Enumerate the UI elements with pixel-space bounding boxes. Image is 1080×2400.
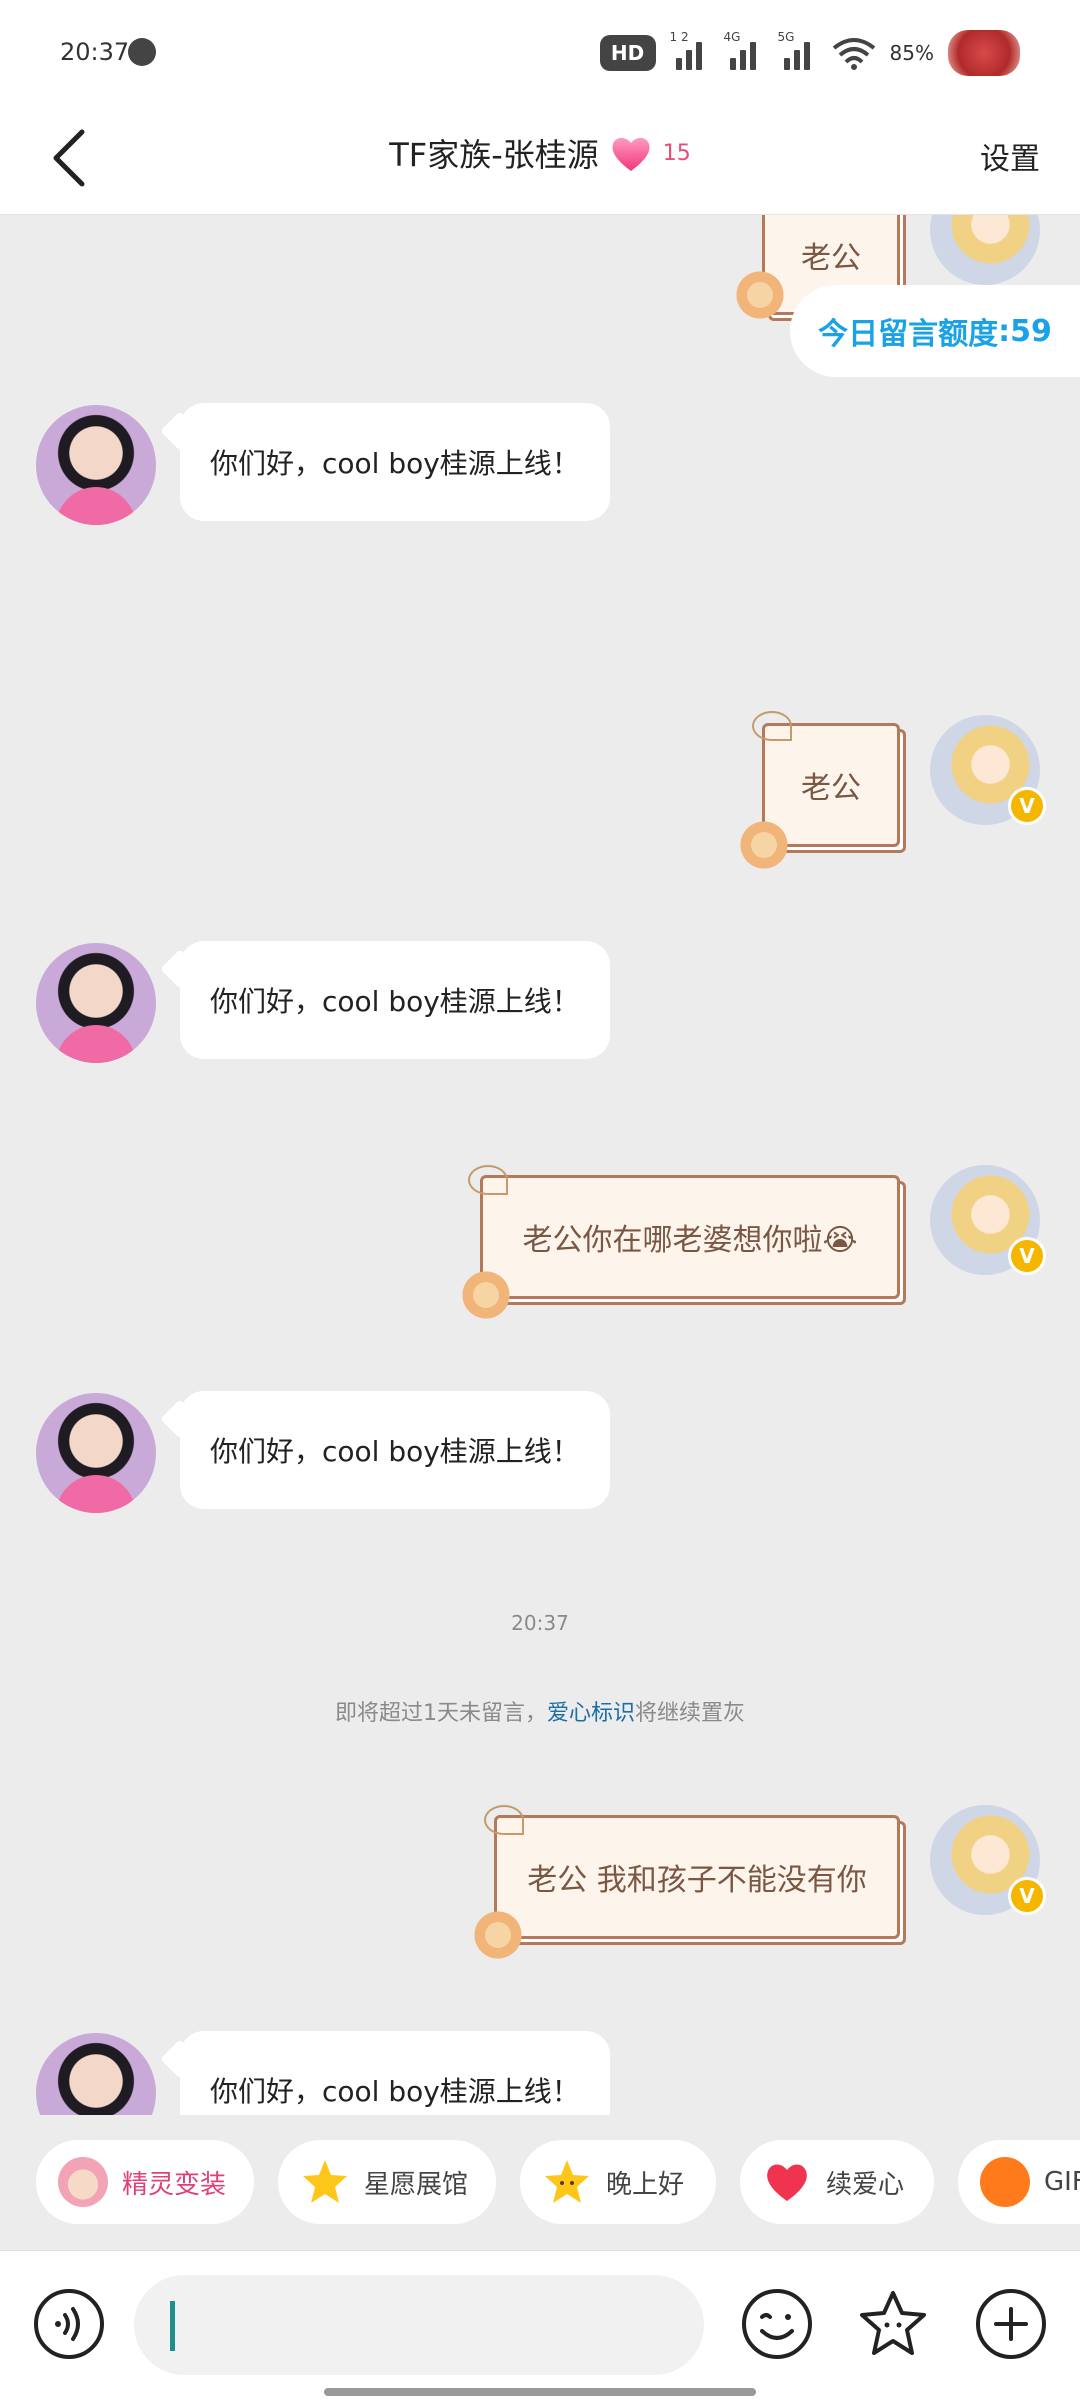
signal-4g-label: 4G — [723, 30, 741, 44]
chat-header: TF家族-张桂源 15 设置 — [0, 100, 1080, 215]
avatar[interactable]: V — [930, 1165, 1046, 1275]
flower-decoration — [468, 1905, 528, 1965]
chip-label: 精灵变装 — [122, 2169, 227, 2200]
battery-level: 85% — [889, 41, 934, 65]
message-text: 老公 我和孩子不能没有你 — [527, 1863, 867, 1898]
message-input[interactable] — [134, 2275, 704, 2375]
avatar[interactable] — [36, 2033, 156, 2115]
flower-decoration — [734, 815, 794, 875]
verified-badge-icon: V — [1008, 1877, 1046, 1915]
chat-title: TF家族-张桂源 15 — [0, 130, 1080, 176]
message-text: 老公 — [801, 241, 861, 276]
chip-label: 晚上好 — [606, 2169, 685, 2200]
chip-label: GIF — [1044, 2167, 1080, 2197]
signal-4g-icon: 4G — [724, 30, 764, 70]
avatar[interactable] — [36, 1393, 156, 1513]
signal-5g-label: 5G — [777, 30, 795, 44]
message-text: 老公你在哪老婆想你啦😭 — [522, 1223, 858, 1258]
settings-button[interactable]: 设置 — [980, 134, 1040, 178]
status-icons: HD 1 2 4G 5G 85% — [599, 30, 1020, 76]
corner-decoration — [752, 711, 792, 741]
corner-decoration — [484, 1805, 524, 1835]
corner-decoration — [468, 1165, 508, 1195]
chip-renew-heart[interactable]: 续爱心 — [740, 2140, 934, 2224]
message-text: 你们好，cool boy桂源上线！ — [210, 1435, 580, 1468]
text-caret — [170, 2301, 175, 2351]
message-bubble[interactable]: 你们好，cool boy桂源上线！ — [180, 2031, 610, 2115]
notice-prefix: 即将超过1天未留言， — [334, 1701, 547, 1726]
quick-reply-bar[interactable]: 精灵变装 星愿展馆 晚上好 续爱心 GIF — [0, 2120, 1080, 2250]
chat-messages[interactable]: 老公 今日留言额度 :59 你们好，cool boy桂源上线！ 老公 V 你们好… — [0, 215, 1080, 2115]
notice-suffix: 将继续置灰 — [635, 1701, 746, 1726]
avatar[interactable] — [36, 405, 156, 525]
signal-icon: 1 2 — [670, 30, 710, 70]
message-card[interactable]: 老公 我和孩子不能没有你 — [494, 1815, 900, 1939]
verified-badge-icon: V — [1008, 787, 1046, 825]
system-notice: 即将超过1天未留言，爱心标识将继续置灰 — [0, 1695, 1080, 1727]
signal-label: 1 2 — [669, 30, 689, 44]
plus-icon[interactable] — [974, 2287, 1048, 2361]
heart-icon — [612, 137, 650, 171]
verified-badge-icon: V — [1008, 1237, 1046, 1275]
message-bubble[interactable]: 你们好，cool boy桂源上线！ — [180, 403, 610, 521]
status-time: 20:37 — [60, 38, 130, 66]
chip-wish-gallery[interactable]: 星愿展馆 — [278, 2140, 496, 2224]
sprite-icon — [58, 2157, 108, 2207]
flower-decoration — [456, 1265, 516, 1325]
input-bar — [0, 2250, 1080, 2400]
chip-gif[interactable]: GIF — [958, 2140, 1080, 2224]
signal-5g-icon: 5G — [778, 30, 818, 70]
avatar[interactable] — [36, 943, 156, 1063]
star-face-icon — [545, 2160, 589, 2203]
chip-label: 续爱心 — [826, 2169, 905, 2200]
heart-icon — [767, 2164, 807, 2201]
sticker-star-icon[interactable] — [856, 2287, 930, 2361]
timestamp: 20:37 — [511, 1611, 569, 1635]
chip-label: 星愿展馆 — [364, 2169, 469, 2200]
quota-value: :59 — [998, 313, 1052, 349]
message-text: 你们好，cool boy桂源上线！ — [210, 447, 580, 480]
message-quota: 今日留言额度 :59 — [790, 285, 1080, 377]
heart-count: 15 — [662, 140, 691, 166]
message-text: 你们好，cool boy桂源上线！ — [210, 985, 580, 1018]
chat-title-text: TF家族-张桂源 — [389, 136, 599, 174]
chip-good-evening[interactable]: 晚上好 — [520, 2140, 716, 2224]
status-bar: 20:37 HD 1 2 4G 5G 85% — [0, 0, 1080, 100]
location-icon — [128, 38, 156, 66]
voice-icon[interactable] — [32, 2287, 106, 2361]
message-card[interactable]: 老公你在哪老婆想你啦😭 — [480, 1175, 900, 1299]
home-indicator[interactable] — [324, 2388, 756, 2396]
star-icon — [303, 2160, 347, 2203]
avatar[interactable]: V — [930, 715, 1046, 825]
avatar[interactable] — [930, 215, 1040, 285]
message-text: 你们好，cool boy桂源上线！ — [210, 2075, 580, 2108]
message-text: 老公 — [801, 771, 861, 806]
heart-mark-link[interactable]: 爱心标识 — [547, 1701, 635, 1726]
chip-sprite-dressup[interactable]: 精灵变装 — [36, 2140, 254, 2224]
hd-icon: HD — [599, 35, 656, 71]
quota-label: 今日留言额度 — [818, 317, 999, 352]
emoji-icon[interactable] — [740, 2287, 814, 2361]
avatar[interactable]: V — [930, 1805, 1046, 1915]
message-bubble[interactable]: 你们好，cool boy桂源上线！ — [180, 941, 610, 1059]
flower-decoration — [730, 265, 790, 325]
wifi-icon — [832, 38, 875, 70]
rose-icon — [948, 30, 1020, 76]
gif-icon — [980, 2157, 1030, 2207]
message-bubble[interactable]: 你们好，cool boy桂源上线！ — [180, 1391, 610, 1509]
